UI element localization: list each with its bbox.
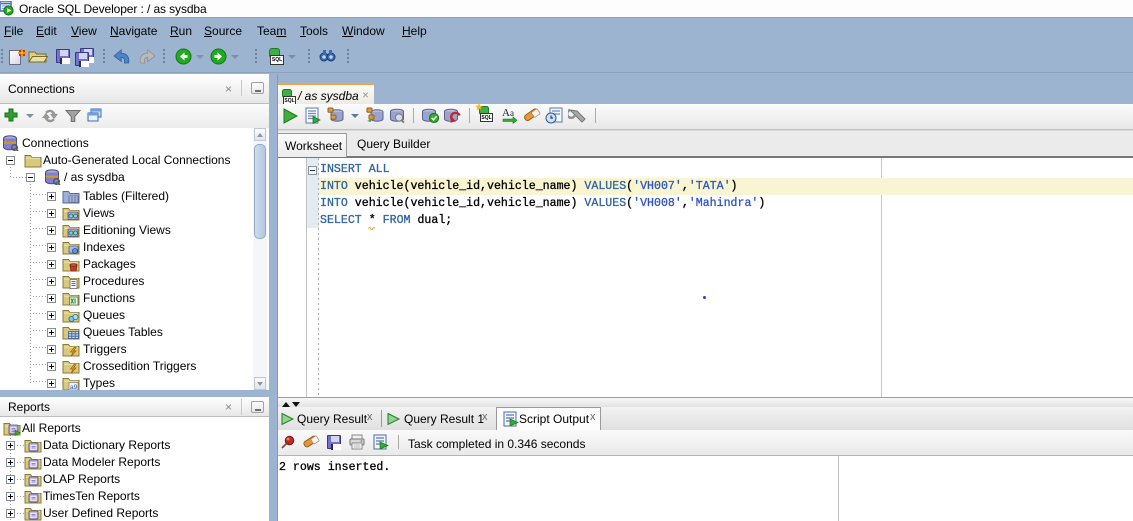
svg-text:a: a [510, 108, 514, 118]
svg-text:a9: a9 [70, 384, 78, 390]
svg-text:A: A [502, 107, 510, 119]
